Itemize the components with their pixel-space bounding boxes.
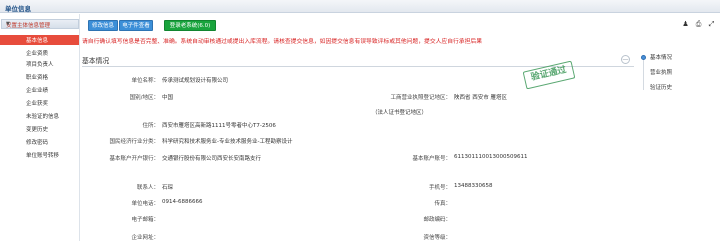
page-title: 单位信息 — [5, 5, 31, 13]
phone-label: 单位电话： — [131, 201, 159, 207]
contact-label: 联系人： — [136, 185, 159, 191]
sidebar-item-label: 企业获奖 — [26, 101, 49, 107]
account-value: 611301110013000509611 — [454, 154, 528, 160]
sidebar-item-basic-info[interactable]: 基本信息 — [0, 35, 79, 45]
anchor-verification-history[interactable]: 验证历史 — [650, 83, 672, 91]
account-label: 基本账户账号： — [412, 156, 451, 162]
mobile-value: 13488330658 — [454, 183, 493, 189]
print-icon[interactable]: ⎙ — [694, 20, 703, 29]
sidebar-item-label: 职业资格 — [26, 75, 49, 81]
sidebar-item-label: 变更历史 — [26, 127, 49, 133]
section-title: 基本情况 — [82, 57, 110, 65]
sidebar-item-performance[interactable]: 企业业绩 — [0, 85, 79, 95]
anchor-active-dot-icon — [641, 55, 646, 60]
expand-icon[interactable]: ⤢ — [707, 20, 716, 29]
sidebar-item-account-transfer[interactable]: 单位账号转移 — [0, 150, 79, 160]
country-value: 中国 — [162, 95, 174, 101]
view-documents-button[interactable]: 电子件查看 — [119, 20, 153, 31]
sidebar-group-header[interactable]: 安置主体信息管理 ▼ — [1, 19, 79, 29]
sidebar-item-change-history[interactable]: 变更历史 — [0, 124, 79, 134]
sidebar-item-label: 修改密码 — [26, 140, 49, 146]
sidebar-item-label: 基本信息 — [26, 38, 49, 44]
verified-stamp: 验证通过 — [522, 60, 576, 90]
sidebar-item-label: 企业资质 — [26, 51, 49, 57]
sidebar-item-project-lead[interactable]: 项目负责人 — [0, 59, 79, 69]
reg-region-note: （法人证书登记地区） — [372, 110, 428, 116]
sidebar-item-label: 企业业绩 — [26, 88, 49, 94]
sidebar-item-label: 项目负责人 — [26, 62, 54, 68]
sidebar-item-qualification[interactable]: 企业资质 — [0, 48, 79, 58]
collapse-icon[interactable]: — — [621, 55, 630, 64]
chevron-down-icon: ▼ — [6, 21, 10, 27]
bank-label: 基本账户开户银行： — [109, 156, 159, 162]
bank-value: 交通银行股份有限公司西安长安南路支行 — [162, 156, 262, 162]
postcode-label: 邮政编码： — [423, 217, 451, 223]
user-group-icon[interactable]: ♟ — [681, 20, 690, 29]
email-label: 电子邮箱： — [131, 217, 159, 223]
sidebar-item-label: 未验证的信息 — [26, 114, 60, 120]
industry-value: 科学研究和技术服务业-专业技术服务业-工程勘察设计 — [162, 139, 293, 145]
contact-value: 石琛 — [162, 185, 174, 191]
address-label: 住所： — [142, 123, 159, 129]
country-label: 国别/地区： — [129, 95, 159, 101]
industry-label: 国民经济行业分类： — [109, 139, 159, 145]
unit-name-label: 单位名称： — [131, 78, 159, 84]
fax-label: 传真： — [434, 201, 451, 207]
reg-region-label: 工商营业执照登记地区： — [390, 95, 451, 101]
website-label: 企业网址： — [131, 235, 159, 241]
sidebar-item-awards[interactable]: 企业获奖 — [0, 98, 79, 108]
sidebar-item-unverified[interactable]: 未验证的信息 — [0, 111, 79, 121]
anchor-basic-info[interactable]: 基本情况 — [650, 53, 672, 61]
warning-message: 请自行确认填写信息是否完整、准确。系统自动审核通过或提出入库流程。请核查提交信息… — [82, 39, 482, 45]
sidebar-item-job-qualification[interactable]: 职业资格 — [0, 72, 79, 82]
phone-value: 0914-6886666 — [162, 199, 203, 205]
edit-info-button[interactable]: 修改信息 — [88, 20, 118, 31]
mobile-label: 手机号： — [428, 185, 451, 191]
address-value: 西安市雁塔区高新路1111号零者中心T7-2506 — [162, 123, 276, 129]
credit-level-label: 资信等级： — [423, 235, 451, 241]
sidebar: 安置主体信息管理 ▼ 基本信息 企业资质 项目负责人 职业资格 企业业绩 企业获… — [0, 14, 80, 241]
reg-region-value: 陕西省 西安市 雁塔区 — [454, 95, 507, 101]
anchor-nav-line — [643, 58, 644, 90]
sidebar-item-label: 单位账号转移 — [26, 153, 60, 159]
anchor-business-license[interactable]: 营业执照 — [650, 68, 672, 76]
sidebar-item-change-password[interactable]: 修改密码 — [0, 137, 79, 147]
topbar: 单位信息 — [0, 0, 720, 13]
unit-name-value: 传承测试规划设计有限公司 — [162, 78, 229, 84]
login-old-system-button[interactable]: 登录老系统(6.0) — [164, 20, 216, 31]
